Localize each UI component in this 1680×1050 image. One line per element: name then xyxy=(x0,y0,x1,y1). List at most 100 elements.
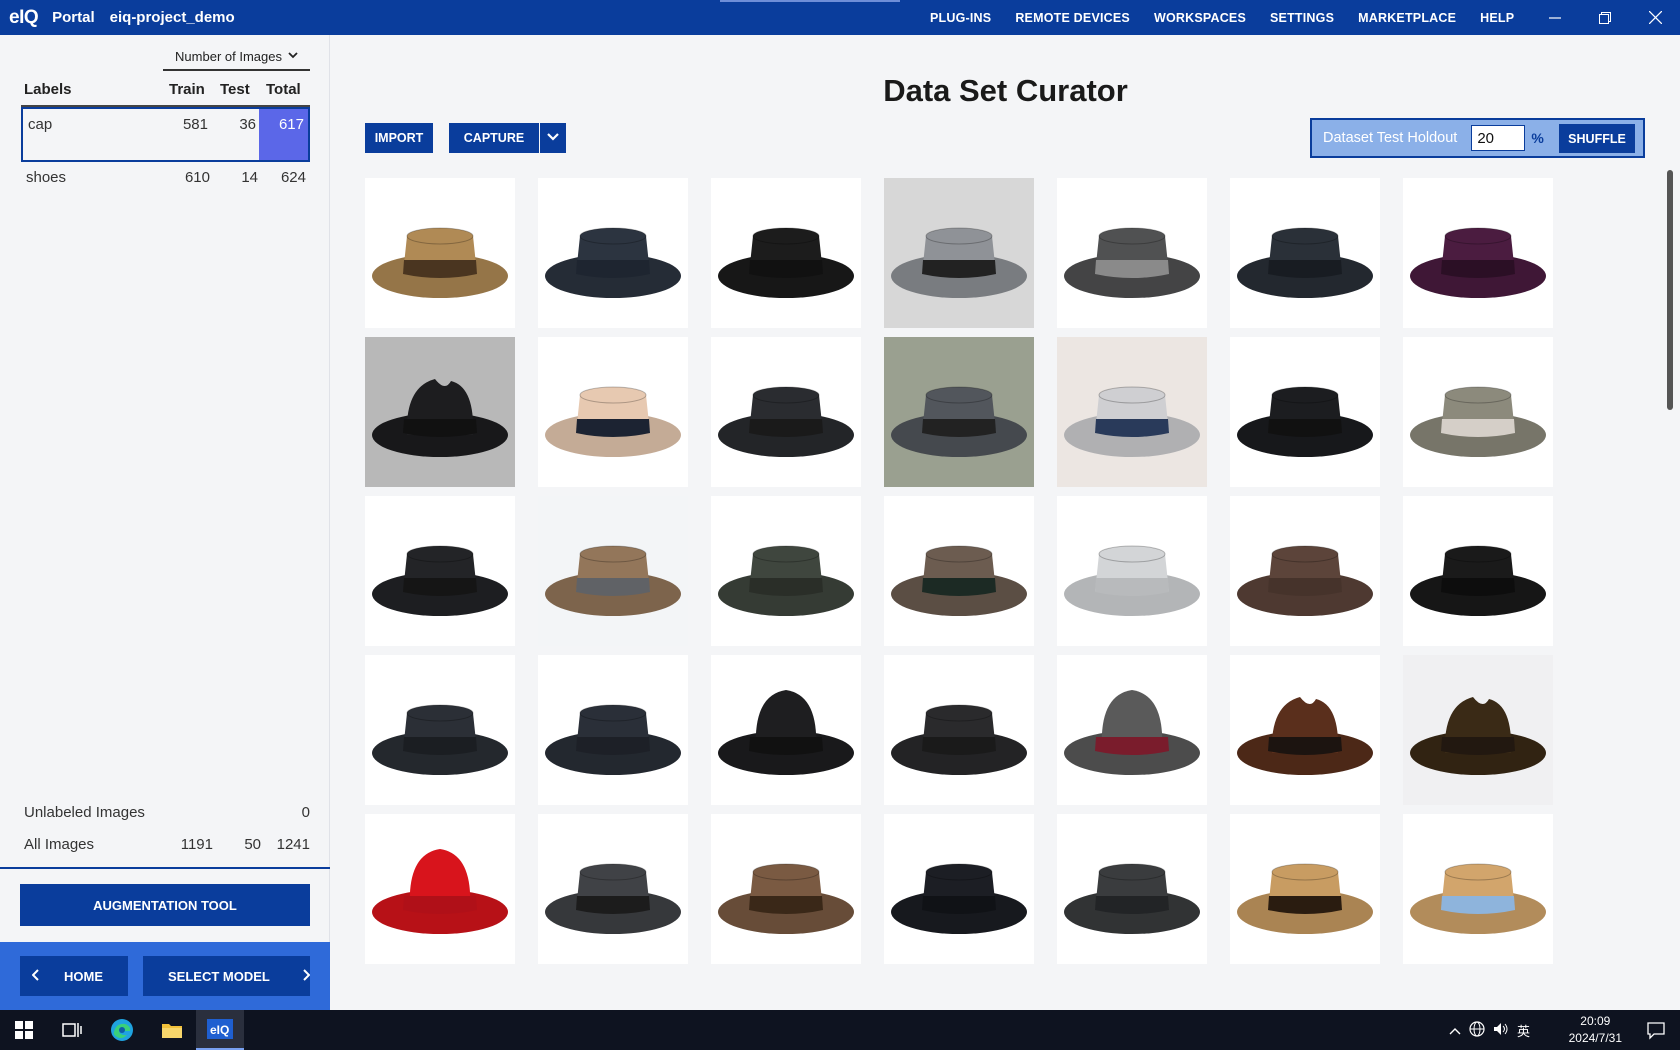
holdout-unit: % xyxy=(1531,130,1544,146)
edge-browser-icon[interactable] xyxy=(98,1010,146,1050)
menu-workspaces[interactable]: WORKSPACES xyxy=(1154,11,1246,25)
label-name: shoes xyxy=(26,169,67,186)
header-train: Train xyxy=(169,81,205,98)
image-thumbnail[interactable] xyxy=(1403,814,1553,964)
main-panel: Data Set Curator IMPORT CAPTURE Dataset … xyxy=(331,35,1680,1010)
app-name[interactable]: Portal xyxy=(52,9,95,26)
label-train-count: 610 xyxy=(184,169,210,186)
unlabeled-label: Unlabeled Images xyxy=(24,804,145,821)
image-thumbnail[interactable] xyxy=(538,655,688,805)
unlabeled-count: 0 xyxy=(301,804,310,821)
taskbar-clock[interactable]: 20:09 2024/7/31 xyxy=(1569,1013,1622,1047)
image-thumbnail[interactable] xyxy=(884,814,1034,964)
label-name: cap xyxy=(28,116,53,133)
image-thumbnail[interactable] xyxy=(1230,337,1380,487)
label-test-count: 14 xyxy=(241,169,258,186)
image-thumbnail[interactable] xyxy=(1057,655,1207,805)
menu-help[interactable]: HELP xyxy=(1480,11,1514,25)
chevron-right-icon xyxy=(302,968,311,985)
title-bar: eIQ Portal eiq-project_demo PLUG-INS REM… xyxy=(0,0,1680,35)
label-total-count: 624 xyxy=(280,169,306,186)
restore-icon[interactable] xyxy=(1580,0,1630,35)
chevron-down-icon xyxy=(547,132,559,144)
image-thumbnail[interactable] xyxy=(884,337,1034,487)
image-thumbnail[interactable] xyxy=(884,496,1034,646)
clock-date: 2024/7/31 xyxy=(1568,1031,1622,1045)
menu-plug-ins[interactable]: PLUG-INS xyxy=(930,11,991,25)
all-images-label: All Images xyxy=(24,836,95,853)
header-total: Total xyxy=(266,81,301,98)
loading-indicator xyxy=(720,0,900,2)
shuffle-button[interactable]: SHUFFLE xyxy=(1559,124,1635,153)
capture-button[interactable]: CAPTURE xyxy=(449,123,539,153)
image-thumbnail[interactable] xyxy=(1230,178,1380,328)
image-thumbnail[interactable] xyxy=(1403,655,1553,805)
file-explorer-icon[interactable] xyxy=(148,1010,196,1050)
all-total-count: 1241 xyxy=(276,836,310,853)
image-thumbnail[interactable] xyxy=(711,655,861,805)
eiq-portal-taskbar-icon[interactable]: eIQ xyxy=(196,1010,244,1050)
label-row-cap[interactable]: cap 581 36 617 xyxy=(21,107,310,162)
image-thumbnail[interactable] xyxy=(884,178,1034,328)
page-title: Data Set Curator xyxy=(883,73,1128,108)
volume-icon[interactable] xyxy=(1493,1022,1509,1039)
image-thumbnail[interactable] xyxy=(1057,814,1207,964)
select-model-button[interactable]: SELECT MODEL xyxy=(143,956,311,996)
select-model-label: SELECT MODEL xyxy=(168,968,270,984)
holdout-input[interactable] xyxy=(1471,125,1526,151)
menu-marketplace[interactable]: MARKETPLACE xyxy=(1358,11,1456,25)
label-total-count: 617 xyxy=(259,109,308,160)
image-thumbnail[interactable] xyxy=(365,655,515,805)
menu-remote-devices[interactable]: REMOTE DEVICES xyxy=(1015,11,1130,25)
header-test: Test xyxy=(220,81,250,98)
image-thumbnail[interactable] xyxy=(538,178,688,328)
label-train-count: 581 xyxy=(182,116,208,133)
image-thumbnail[interactable] xyxy=(538,814,688,964)
import-button[interactable]: IMPORT xyxy=(365,123,433,153)
image-thumbnail[interactable] xyxy=(365,814,515,964)
sort-select[interactable]: Number of Images xyxy=(163,43,310,71)
close-icon[interactable] xyxy=(1630,0,1680,35)
image-thumbnail[interactable] xyxy=(1403,496,1553,646)
image-thumbnail[interactable] xyxy=(1057,496,1207,646)
image-thumbnail[interactable] xyxy=(711,496,861,646)
image-thumbnail[interactable] xyxy=(1230,496,1380,646)
image-thumbnail[interactable] xyxy=(884,655,1034,805)
image-thumbnail[interactable] xyxy=(365,337,515,487)
image-thumbnail[interactable] xyxy=(365,496,515,646)
home-button[interactable]: HOME xyxy=(20,956,128,996)
image-thumbnail[interactable] xyxy=(1057,178,1207,328)
image-grid xyxy=(365,178,1670,996)
menu-settings[interactable]: SETTINGS xyxy=(1270,11,1334,25)
ime-indicator[interactable]: 英 xyxy=(1517,1021,1530,1040)
image-thumbnail[interactable] xyxy=(538,496,688,646)
all-test-count: 50 xyxy=(244,836,261,853)
image-thumbnail[interactable] xyxy=(1230,655,1380,805)
image-thumbnail[interactable] xyxy=(1057,337,1207,487)
all-train-count: 1191 xyxy=(180,836,213,853)
eiq-logo: eIQ xyxy=(9,6,39,28)
image-thumbnail[interactable] xyxy=(1230,814,1380,964)
capture-dropdown-button[interactable] xyxy=(540,123,566,153)
project-name[interactable]: eiq-project_demo xyxy=(110,9,235,26)
image-thumbnail[interactable] xyxy=(711,178,861,328)
grid-scrollbar[interactable] xyxy=(1667,170,1673,410)
chevron-down-icon xyxy=(288,50,298,62)
header-labels: Labels xyxy=(24,81,72,98)
windows-start-icon[interactable] xyxy=(0,1010,48,1050)
image-thumbnail[interactable] xyxy=(1403,337,1553,487)
notification-icon[interactable] xyxy=(1646,1020,1666,1040)
label-test-count: 36 xyxy=(239,116,256,133)
chevron-up-icon[interactable] xyxy=(1449,1023,1461,1038)
image-thumbnail[interactable] xyxy=(1403,178,1553,328)
augmentation-tool-button[interactable]: AUGMENTATION TOOL xyxy=(20,884,310,926)
minimize-icon[interactable] xyxy=(1530,0,1580,35)
image-thumbnail[interactable] xyxy=(365,178,515,328)
image-thumbnail[interactable] xyxy=(711,337,861,487)
image-thumbnail[interactable] xyxy=(711,814,861,964)
sort-select-value: Number of Images xyxy=(175,48,282,64)
task-view-icon[interactable] xyxy=(48,1010,96,1050)
image-thumbnail[interactable] xyxy=(538,337,688,487)
label-row-shoes[interactable]: shoes 610 14 624 xyxy=(21,162,310,202)
network-icon[interactable] xyxy=(1469,1020,1485,1040)
